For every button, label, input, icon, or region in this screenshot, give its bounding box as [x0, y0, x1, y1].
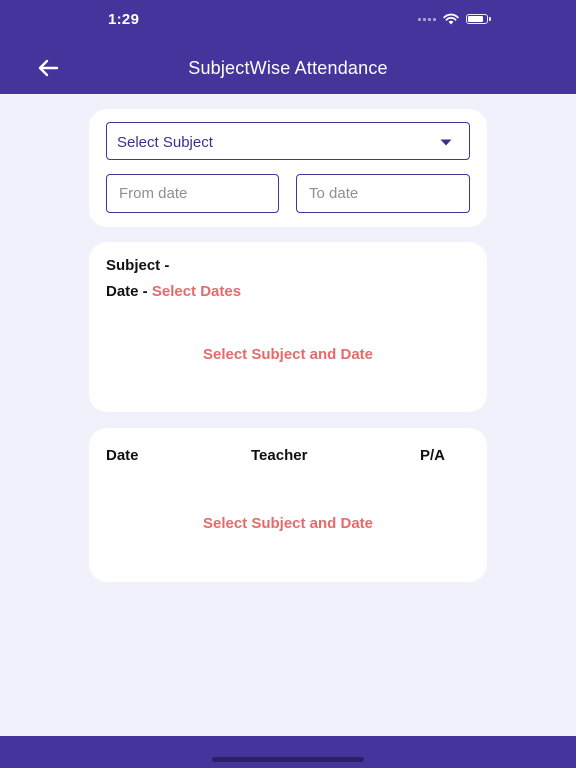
subject-label: Subject - [106, 257, 170, 274]
column-header-pa: P/A [420, 447, 446, 464]
info-empty-message: Select Subject and Date [202, 346, 374, 363]
subject-select-value: Select Subject [117, 134, 213, 151]
date-label: Date - [106, 283, 148, 300]
date-value: Select Dates [151, 283, 242, 300]
battery-icon [466, 14, 491, 24]
caret-down-icon [440, 139, 452, 146]
attendance-table-card: Date Teacher P/A Select Subject and Date [89, 428, 487, 582]
status-icons [418, 13, 491, 25]
page-title: SubjectWise Attendance [188, 58, 388, 78]
bottom-bar [0, 736, 576, 768]
selection-info-card: Subject - Date - Select Dates Select Sub… [89, 242, 487, 412]
to-date-input[interactable] [296, 174, 470, 213]
table-empty-message: Select Subject and Date [202, 515, 374, 532]
filter-card: Select Subject [89, 109, 487, 227]
from-date-input[interactable] [106, 174, 279, 213]
column-header-date: Date [106, 447, 139, 464]
date-row: Date - Select Dates [106, 283, 241, 300]
signal-icon [418, 17, 436, 21]
home-indicator[interactable] [212, 757, 364, 762]
wifi-icon [443, 13, 459, 25]
subject-select[interactable]: Select Subject [106, 122, 470, 160]
top-bar: 1:29 SubjectWise Attendance [0, 0, 576, 94]
status-time: 1:29 [108, 11, 140, 28]
column-header-teacher: Teacher [251, 447, 308, 464]
